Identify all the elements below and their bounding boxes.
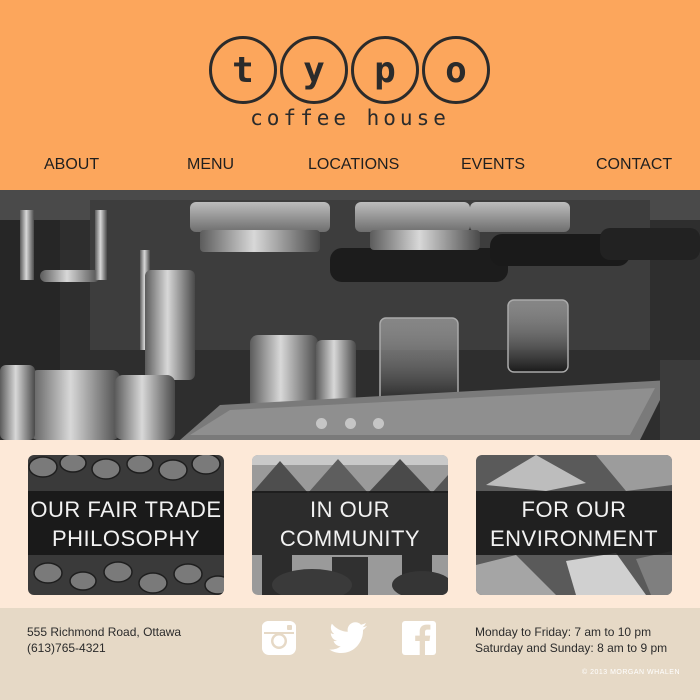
feature-card-fair-trade[interactable]: OUR FAIR TRADE PHILOSOPHY [28, 455, 224, 595]
hero-slider[interactable] [0, 190, 700, 440]
slider-dots [0, 418, 700, 432]
address-line: 555 Richmond Road, Ottawa [27, 625, 182, 639]
feature-title-line1: FOR OUR [521, 497, 627, 522]
slider-dot-3[interactable] [373, 418, 384, 429]
twitter-icon[interactable] [327, 620, 369, 656]
logo-letter-y: y [280, 36, 348, 104]
nav-item-locations[interactable]: LOCATIONS [308, 156, 399, 174]
feature-card-title: FOR OUR ENVIRONMENT [476, 495, 672, 553]
opening-hours: Monday to Friday: 7 am to 10 pm Saturday… [475, 624, 667, 656]
features-section: OUR FAIR TRADE PHILOSOPHY IN OUR COMMUNI… [0, 440, 700, 608]
slider-dot-1[interactable] [316, 418, 327, 429]
feature-card-title: OUR FAIR TRADE PHILOSOPHY [28, 495, 224, 553]
nav-item-about[interactable]: ABOUT [44, 156, 99, 174]
feature-card-community[interactable]: IN OUR COMMUNITY [252, 455, 448, 595]
nav-item-events[interactable]: EVENTS [461, 156, 525, 174]
nav-item-menu[interactable]: MENU [187, 156, 234, 174]
feature-title-line1: IN OUR [310, 497, 390, 522]
slider-dot-2[interactable] [345, 418, 356, 429]
feature-card-title: IN OUR COMMUNITY [252, 495, 448, 553]
instagram-icon[interactable] [261, 620, 297, 656]
site-header: t y p o coffee house ABOUT MENU LOCATION… [0, 0, 700, 190]
site-footer: 555 Richmond Road, Ottawa (613)765-4321 … [0, 608, 700, 700]
nav-item-contact[interactable]: CONTACT [596, 156, 672, 174]
logo-wordmark: t y p o [209, 36, 491, 104]
logo-subtitle: coffee house [250, 106, 450, 130]
feature-title-line2: COMMUNITY [279, 526, 421, 551]
espresso-machine-image [0, 190, 700, 440]
logo-letter-t: t [209, 36, 277, 104]
feature-card-environment[interactable]: FOR OUR ENVIRONMENT [476, 455, 672, 595]
feature-title-line2: PHILOSOPHY [51, 526, 201, 551]
main-nav: ABOUT MENU LOCATIONS EVENTS CONTACT [0, 156, 700, 182]
address-block: 555 Richmond Road, Ottawa (613)765-4321 [27, 624, 181, 656]
hours-weekend: Saturday and Sunday: 8 am to 9 pm [475, 641, 668, 655]
logo-letter-o: o [422, 36, 490, 104]
feature-title-line2: ENVIRONMENT [489, 526, 659, 551]
hours-weekdays: Monday to Friday: 7 am to 10 pm [475, 625, 652, 639]
phone-number[interactable]: (613)765-4321 [27, 640, 181, 656]
logo[interactable]: t y p o coffee house [0, 32, 700, 132]
facebook-icon[interactable] [401, 620, 437, 656]
logo-letter-p: p [351, 36, 419, 104]
feature-title-line1: OUR FAIR TRADE [30, 497, 222, 522]
copyright-text: © 2013 MORGAN WHALEN [581, 669, 680, 676]
